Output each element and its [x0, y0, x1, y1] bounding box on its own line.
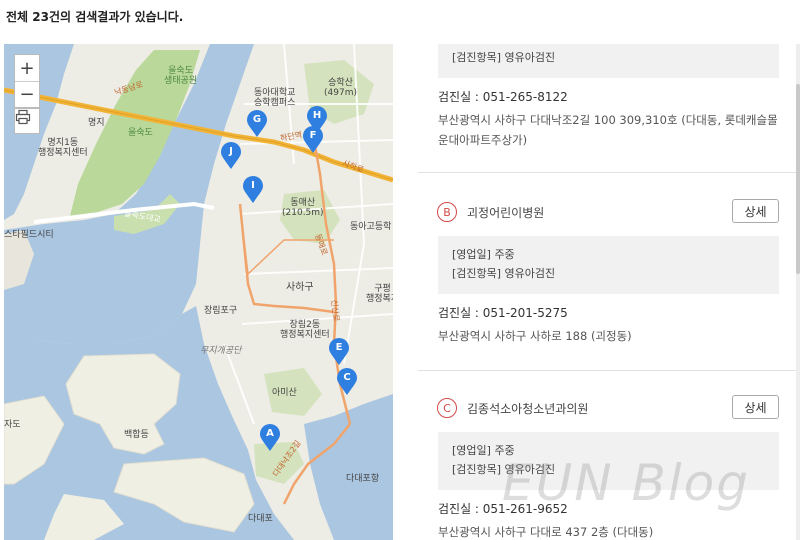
map-canvas[interactable] — [4, 44, 393, 540]
label-baekhapdeung: 백합등 — [124, 430, 149, 440]
map-pin-j[interactable]: J — [220, 142, 242, 170]
label-eulsukdo-park: 을숙도 생태공원 — [164, 66, 198, 87]
zoom-control: + − — [14, 54, 40, 108]
divider — [418, 172, 800, 173]
label-dadaepo: 다대포 — [248, 514, 273, 524]
phone-text: 검진실 : 051-265-8122 — [438, 90, 568, 104]
info-line: [검진항목] 영유아검진 — [452, 463, 556, 476]
label-dongmaesan: 동매산 (210.5m) — [282, 198, 324, 219]
info-box: [영업일] 주중 [검진항목] 영유아검진 — [438, 236, 779, 294]
map-pin-label: E — [335, 342, 343, 353]
label-mujigae: 무지개공단 — [200, 346, 242, 356]
map-pin-label: H — [312, 110, 322, 121]
map-pin-label: G — [252, 114, 262, 125]
list-scrollbar[interactable] — [796, 44, 800, 540]
map-pin-label: C — [343, 372, 351, 383]
label-myeongji1dong: 명지1동 행정복지센터 — [38, 138, 88, 159]
result-count-text: 전체 23건의 검색결과가 있습니다. — [6, 10, 184, 24]
map-pin-g[interactable]: G — [246, 110, 268, 138]
info-box: [검진항목] 영유아검진 — [438, 44, 779, 78]
address-text: 부산광역시 사하구 다대낙조2길 100 309,310호 (다대동, 롯데캐슬… — [438, 113, 778, 147]
zoom-in-button[interactable]: + — [15, 55, 39, 81]
label-dong-a-high: 동아고등학 — [350, 222, 392, 232]
map-pin-c[interactable]: C — [336, 368, 358, 396]
scrollbar-thumb[interactable] — [796, 84, 800, 274]
result-letter-badge: B — [437, 202, 457, 222]
detail-button[interactable]: 상세 — [732, 199, 779, 223]
result-list[interactable]: [검진항목] 영유아검진 검진실 : 051-265-8122 부산광역시 사하… — [418, 44, 800, 540]
divider — [418, 370, 800, 371]
map-pin-a[interactable]: A — [259, 424, 281, 452]
label-gupyeong: 구평행정복지 — [366, 284, 393, 305]
info-box: [영업일] 주중 [검진항목] 영유아검진 — [438, 432, 779, 490]
map-pin-h[interactable]: H — [306, 106, 328, 134]
info-line: [검진항목] 영유아검진 — [452, 51, 556, 64]
map-view[interactable]: 을숙도 생태공원 을숙도 명지 명지1동 행정복지센터 동아대학교 승학캠퍼스 승학산… — [4, 44, 393, 540]
phone-text: 검진실 : 051-201-5275 — [438, 306, 568, 320]
map-pin-e[interactable]: E — [328, 338, 350, 366]
print-button[interactable] — [14, 108, 40, 134]
label-dong-a-univ: 동아대학교 승학캠퍼스 — [254, 88, 296, 109]
label-field-city: 스타필드시티 — [4, 230, 54, 240]
map-pin-i[interactable]: I — [242, 176, 264, 204]
address-text: 부산광역시 사하구 사하로 188 (괴정동) — [438, 329, 632, 343]
info-line: [영업일] 주중 — [452, 444, 515, 457]
label-myeongji: 명지 — [88, 118, 105, 128]
label-seunghaksan: 승학산 (497m) — [324, 78, 357, 99]
address-text: 부산광역시 사하구 다대로 437 2층 (다대동) — [438, 525, 654, 539]
hospital-name[interactable]: 김종석소아청소년과의원 — [467, 400, 588, 417]
label-dadaeport: 다대포항 — [346, 474, 380, 484]
label-amisan: 아미산 — [272, 388, 297, 398]
print-icon — [15, 109, 31, 125]
phone-text: 검진실 : 051-261-9652 — [438, 502, 568, 516]
result-letter-badge: C — [437, 398, 457, 418]
label-saha-gu: 사하구 — [286, 282, 314, 293]
label-eulsukdo: 을숙도 — [128, 128, 153, 138]
detail-button[interactable]: 상세 — [732, 395, 779, 419]
label-jado: 자도 — [4, 420, 21, 430]
zoom-out-button[interactable]: − — [15, 81, 39, 107]
label-jangrim2dong: 장림2동 행정복지센터 — [280, 320, 330, 341]
map-pin-label: I — [251, 180, 255, 191]
info-line: [영업일] 주중 — [452, 248, 515, 261]
map-pin-label: J — [229, 146, 233, 157]
hospital-name[interactable]: 괴정어린이병원 — [467, 204, 544, 221]
info-line: [검진항목] 영유아검진 — [452, 267, 556, 280]
map-pin-label: A — [266, 428, 274, 439]
label-jangrim-port: 장림포구 — [204, 306, 238, 316]
